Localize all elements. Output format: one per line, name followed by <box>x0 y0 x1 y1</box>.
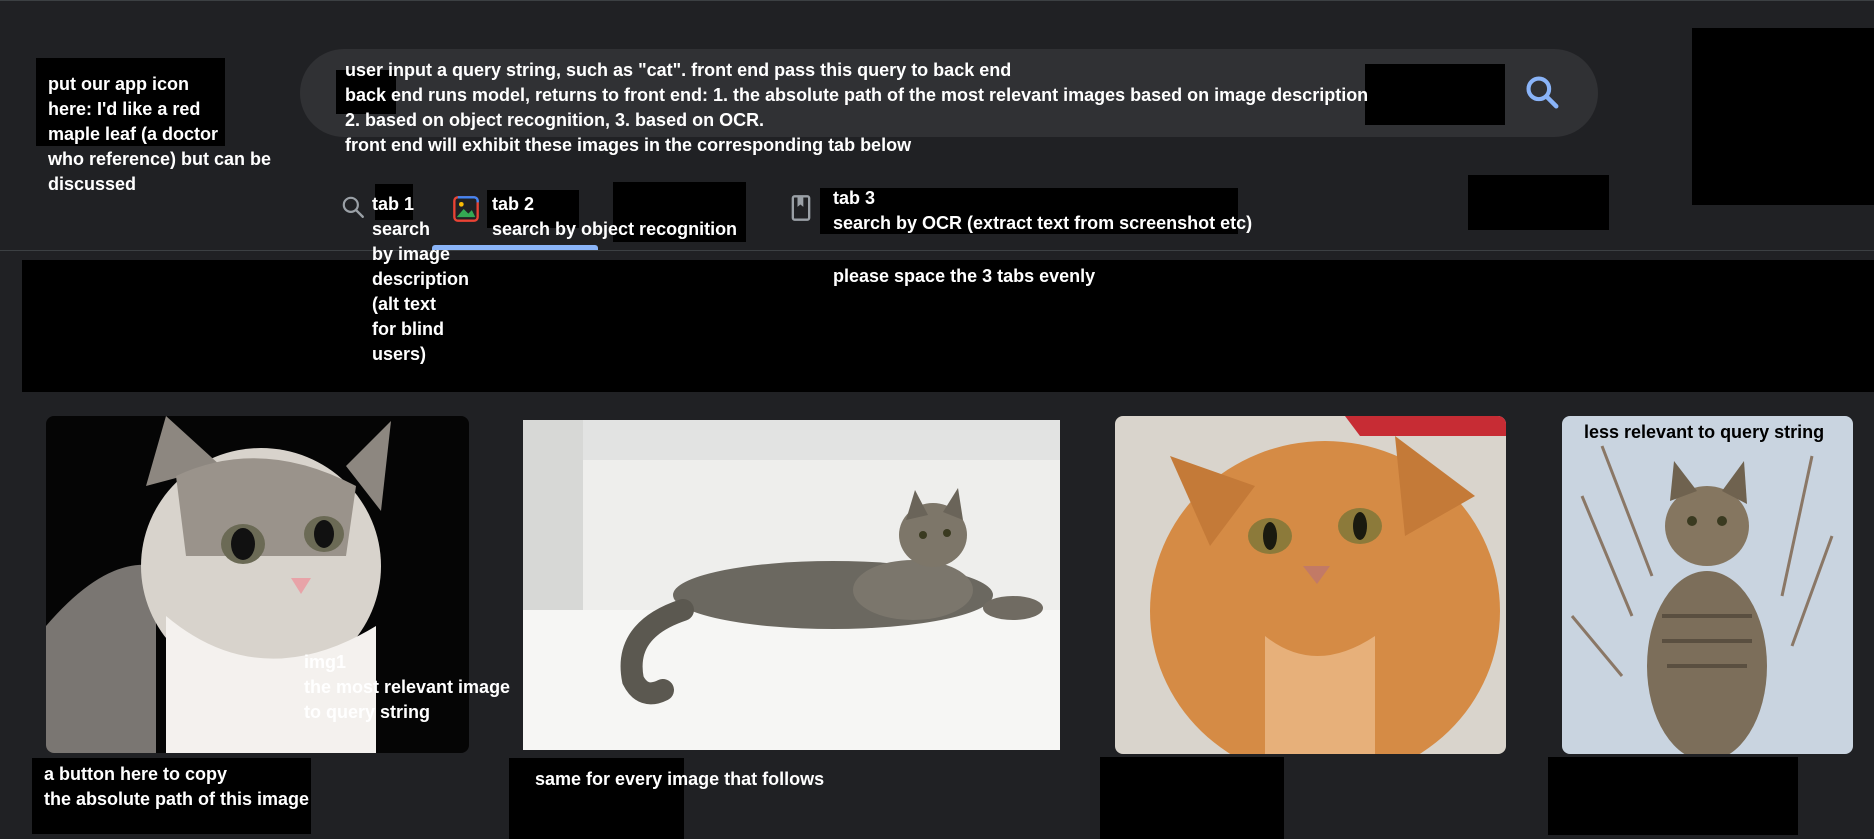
tab-2-label: tab 2 search by object recognition <box>492 194 738 239</box>
bookmark-icon <box>791 195 811 221</box>
tabs-spacing-note: please space the 3 tabs evenly <box>833 266 1096 286</box>
redacted-block <box>1468 175 1609 230</box>
cat-image <box>1115 416 1506 754</box>
result-image-2[interactable] <box>523 420 1060 750</box>
img1-note: img1 the most relevant image to query st… <box>304 652 511 722</box>
copy-path-button[interactable] <box>1548 757 1798 835</box>
tab-3-label: tab 3 search by OCR (extract text from s… <box>833 188 1253 233</box>
app-icon-note: put our app icon here: I'd like a red ma… <box>48 74 272 194</box>
search-icon <box>342 196 364 218</box>
tab-1[interactable]: tab 1 search by image description (alt t… <box>340 192 469 372</box>
result-image-4[interactable] <box>1562 416 1853 754</box>
less-relevant-note: less relevant to query string <box>1584 422 1825 442</box>
tab-3[interactable]: tab 3 search by OCR (extract text from s… <box>790 186 1290 246</box>
search-button[interactable] <box>1518 66 1566 118</box>
cat-image <box>1562 416 1853 754</box>
search-icon <box>1526 76 1559 109</box>
result-image-3[interactable] <box>1115 416 1506 754</box>
cat-image <box>523 420 1060 750</box>
copy-button-note: a button here to copy the absolute path … <box>44 764 310 809</box>
search-input[interactable]: user input a query string, such as "cat"… <box>345 58 1368 158</box>
redacted-block <box>1365 64 1505 125</box>
tab-2[interactable]: tab 2 search by object recognition <box>452 192 752 248</box>
divider <box>0 250 1874 251</box>
copy-path-button[interactable] <box>1100 757 1284 839</box>
same-for-every-image-note: same for every image that follows <box>535 769 825 789</box>
active-tab-indicator <box>432 245 598 250</box>
image-icon <box>453 196 479 222</box>
redacted-block <box>1692 28 1874 205</box>
